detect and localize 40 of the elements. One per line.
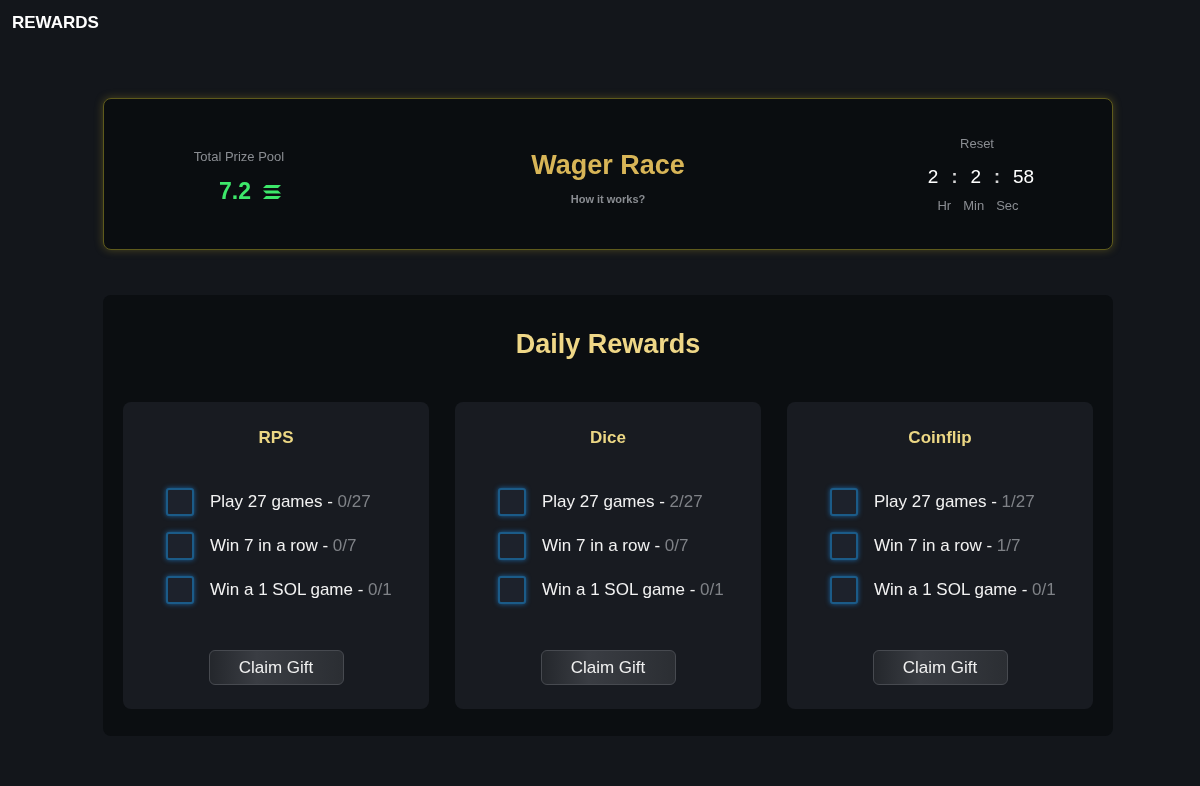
prize-pool-label: Total Prize Pool xyxy=(193,149,285,164)
task-text: Win 7 in a row - 1/7 xyxy=(874,536,1021,556)
game-title: RPS xyxy=(258,428,294,448)
prize-amount: 7.2 xyxy=(219,178,251,205)
reset-label: Reset xyxy=(960,135,994,151)
task-text: Win 7 in a row - 0/7 xyxy=(210,536,357,556)
how-it-works-link[interactable]: How it works? xyxy=(570,192,646,205)
timer-separator: : xyxy=(951,165,958,188)
checkbox[interactable] xyxy=(830,532,858,560)
slanted-stripes-icon xyxy=(263,184,281,199)
page-title: REWARDS xyxy=(12,12,99,34)
task-text: Win a 1 SOL game - 0/1 xyxy=(542,580,724,600)
checkbox[interactable] xyxy=(498,488,526,516)
checkbox[interactable] xyxy=(166,576,194,604)
timer-unit: Sec xyxy=(996,197,1019,213)
checkbox[interactable] xyxy=(166,488,194,516)
task-text: Play 27 games - 1/27 xyxy=(874,492,1035,512)
timer-separator: : xyxy=(994,165,1000,188)
daily-rewards-title: Daily Rewards xyxy=(515,328,701,361)
game-title: Dice xyxy=(590,428,626,448)
timer-value: 58 xyxy=(1013,165,1035,188)
checkbox[interactable] xyxy=(830,488,858,516)
checkbox[interactable] xyxy=(830,576,858,604)
claim-gift-button[interactable]: Claim Gift xyxy=(872,650,1008,685)
checkbox[interactable] xyxy=(166,532,194,560)
task-text: Win 7 in a row - 0/7 xyxy=(542,536,689,556)
claim-gift-button[interactable]: Claim Gift xyxy=(540,650,676,685)
wager-race-title: Wager Race xyxy=(531,149,685,181)
game-title: Coinflip xyxy=(908,428,972,448)
timer-value: 2 xyxy=(970,165,981,188)
timer-unit: Min xyxy=(963,197,985,213)
task-text: Play 27 games - 2/27 xyxy=(542,492,703,512)
timer-value: 2 xyxy=(927,165,939,188)
checkbox[interactable] xyxy=(498,532,526,560)
task-text: Win a 1 SOL game - 0/1 xyxy=(210,580,392,600)
task-text: Play 27 games - 0/27 xyxy=(210,492,371,512)
checkbox[interactable] xyxy=(498,576,526,604)
task-text: Win a 1 SOL game - 0/1 xyxy=(874,580,1056,600)
claim-gift-button[interactable]: Claim Gift xyxy=(208,650,344,685)
timer-unit: Hr xyxy=(937,197,952,213)
